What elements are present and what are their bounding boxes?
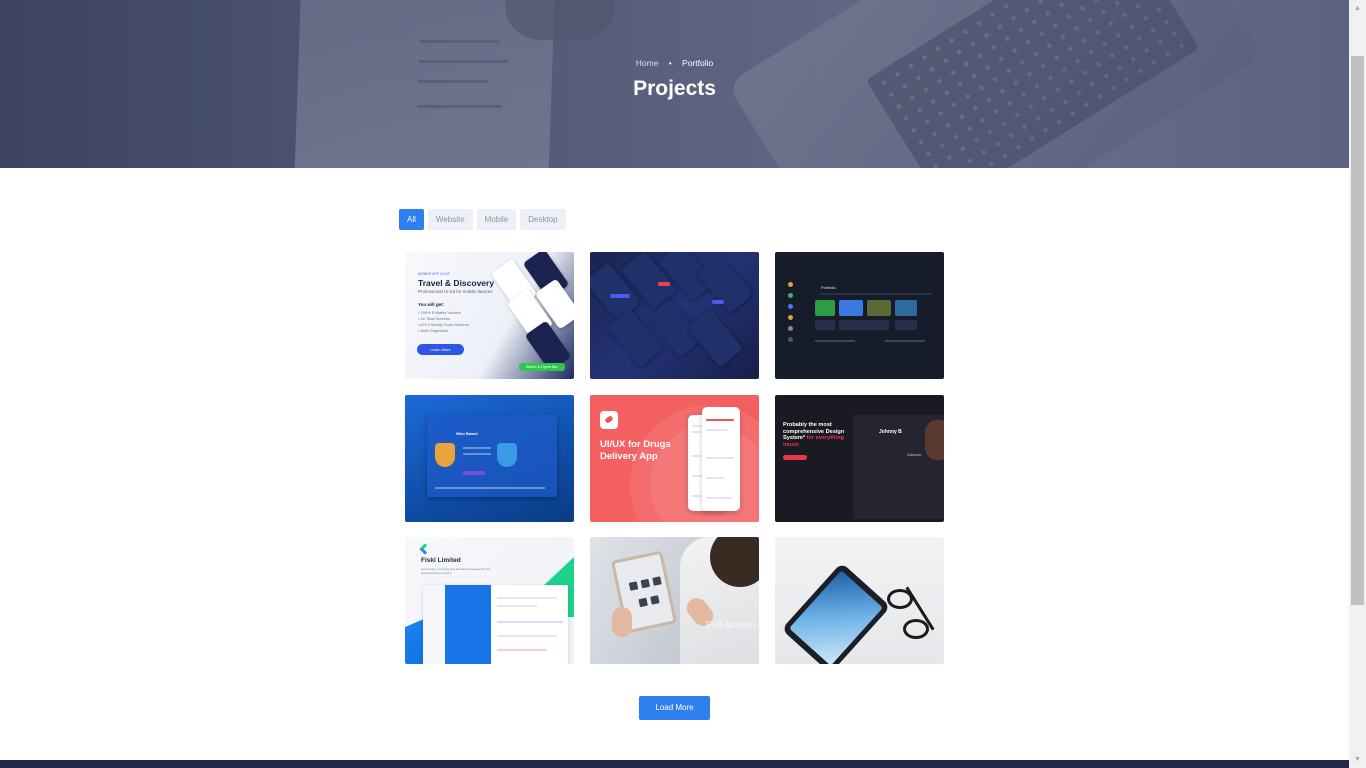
- team-shield-icon: [497, 443, 517, 467]
- card-title: UI/UX for Drugs Delivery App: [600, 439, 671, 462]
- artist-photo: [925, 420, 944, 460]
- pill-icon: [600, 411, 618, 429]
- card-title: Probably the most comprehensive Design S…: [783, 422, 845, 448]
- portfolio-page: Home • Portfolio Projects All Website Mo…: [0, 0, 1349, 768]
- glasses-image: [903, 619, 929, 639]
- project-card-music-design-system[interactable]: Probably the most comprehensive Design S…: [775, 395, 944, 522]
- card-list-item: • iOS Friendly Color Scheme: [418, 322, 469, 327]
- project-card-blue-web-dashboard[interactable]: Wiro Bowel: [405, 395, 574, 522]
- project-card-travel-discovery[interactable]: MOBILE APP UI KIT Travel & Discovery Pro…: [405, 252, 574, 379]
- breadcrumb-separator: •: [668, 59, 672, 68]
- card-list-item: • 100% Editable Vectors: [418, 310, 461, 315]
- project-card-tablet-photo[interactable]: [590, 537, 759, 664]
- filter-tabs: All Website Mobile Desktop: [399, 209, 566, 230]
- card-badge: Sketch & Figma files: [519, 363, 565, 371]
- phone-image: [781, 562, 891, 664]
- card-cta-button: [783, 455, 807, 460]
- project-card-dark-mobile-app[interactable]: [590, 252, 759, 379]
- page-title: Projects: [633, 77, 716, 100]
- page-scrollbar[interactable]: ▲ ▼: [1349, 0, 1366, 768]
- filter-all[interactable]: All: [399, 209, 424, 230]
- project-card-fiskl-limited[interactable]: Fiskl Limited Accounting, invoicing and …: [405, 537, 574, 664]
- card-heading: You will get:: [418, 302, 445, 307]
- card-learn-more-button: Learn More: [417, 344, 464, 355]
- scroll-up-arrow-icon[interactable]: ▲: [1349, 0, 1366, 17]
- card-subtitle: Professional UI Kit for mobile devices: [418, 289, 493, 294]
- team-shield-icon: [435, 443, 455, 467]
- phone-mockup: [686, 308, 744, 368]
- card-subtitle: Accounting, invoicing and business manag…: [421, 567, 491, 575]
- artist-name: Johnny B: [879, 429, 902, 435]
- breadcrumb-home-link[interactable]: Home: [636, 58, 659, 68]
- card-list-item: • Well Organized: [418, 328, 448, 333]
- filter-desktop[interactable]: Desktop: [520, 209, 566, 230]
- dashboard-title: Wiro Bowel: [456, 431, 478, 436]
- fiskl-logo-icon: [419, 543, 431, 555]
- project-card-portfolio-dashboard[interactable]: Portfolio: [775, 252, 944, 379]
- filter-website[interactable]: Website: [427, 209, 473, 230]
- load-more-button[interactable]: Load More: [639, 696, 710, 720]
- dashboard-sidebar: [785, 282, 801, 357]
- card-title: Fiskl Limited: [421, 557, 461, 564]
- card-tag: MOBILE APP UI KIT: [418, 272, 450, 276]
- card-title: Travel & Discovery: [418, 278, 495, 288]
- dashboard-screenshot: [423, 585, 568, 664]
- discover-label: Discover: [907, 453, 922, 457]
- project-card-drugs-delivery[interactable]: UI/UX for Drugs Delivery App: [590, 395, 759, 522]
- scroll-thumb[interactable]: [1351, 56, 1364, 605]
- project-card-phone-glasses-photo[interactable]: [775, 537, 944, 664]
- phone-mockup: [702, 407, 740, 511]
- scroll-down-arrow-icon[interactable]: ▼: [1349, 751, 1366, 768]
- card-list-item: • 40 Total Screens: [418, 316, 451, 321]
- dashboard-title: Portfolio: [821, 285, 836, 290]
- breadcrumb-current: Portfolio: [682, 58, 714, 68]
- hero-banner: Home • Portfolio Projects: [0, 0, 1349, 168]
- breadcrumb: Home • Portfolio: [0, 58, 1349, 68]
- phone-mockup: [696, 254, 754, 314]
- snip-watermark: Full-screen Snip: [706, 620, 779, 631]
- footer: [0, 760, 1349, 768]
- filter-mobile[interactable]: Mobile: [476, 209, 517, 230]
